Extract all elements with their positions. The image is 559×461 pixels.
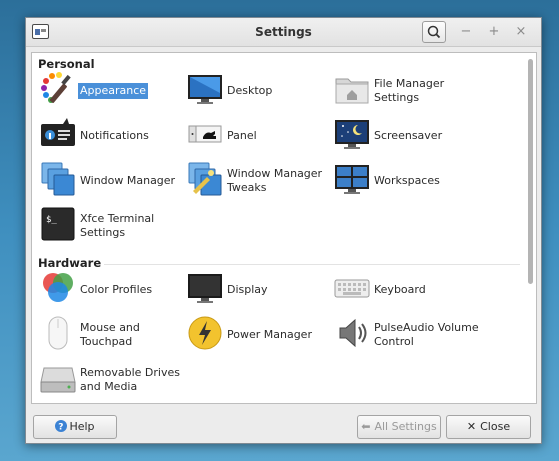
item-notifications[interactable]: Notifications [40, 116, 170, 156]
item-desktop[interactable]: Desktop [187, 71, 317, 111]
window-manager-icon [41, 162, 75, 196]
file-manager-icon [335, 78, 369, 104]
item-power-manager-label: Power Manager [227, 328, 312, 341]
screensaver-icon [335, 120, 369, 149]
item-window-manager[interactable]: Window Manager [40, 161, 180, 201]
vertical-scrollbar[interactable] [527, 55, 534, 401]
arrow-left-icon: ⬅ [361, 420, 371, 433]
item-appearance-label: Appearance [78, 83, 149, 99]
appearance-icon [41, 72, 71, 103]
item-window-manager-label: Window Manager [80, 174, 176, 187]
section-divider [104, 264, 520, 265]
item-removable-drives-and-media-label: Removable Drives and Media [80, 366, 180, 393]
settings-panel: Personal Appearance Desktop File Manager… [31, 52, 537, 404]
window-manager-tweaks-icon [188, 162, 222, 196]
item-keyboard-label: Keyboard [374, 283, 426, 296]
item-display-label: Display [227, 283, 268, 296]
section-title-personal: Personal [38, 57, 95, 71]
item-pulseaudio-volume-control-label: PulseAudio Volume Control [374, 321, 479, 348]
all-settings-button[interactable]: ⬅ All Settings [357, 415, 441, 439]
item-color-profiles[interactable]: Color Profiles [40, 270, 180, 310]
item-color-profiles-label: Color Profiles [80, 283, 153, 296]
search-button[interactable] [422, 21, 446, 43]
item-window-manager-tweaks[interactable]: Window Manager Tweaks [187, 161, 327, 201]
mouse-icon [48, 316, 68, 350]
item-notifications-label: Notifications [80, 129, 149, 142]
terminal-icon: $_ [41, 207, 75, 241]
item-desktop-label: Desktop [227, 84, 273, 97]
all-settings-button-label: All Settings [374, 420, 437, 433]
item-mouse-and-touchpad[interactable]: Mouse and Touchpad [40, 315, 180, 355]
help-button-label: Help [69, 420, 95, 433]
desktop-icon [188, 75, 222, 104]
pulseaudio-icon [339, 318, 367, 348]
close-window-button[interactable]: × [512, 23, 530, 41]
close-button-label: Close [480, 420, 511, 433]
item-xfce-terminal-settings[interactable]: $_ Xfce Terminal Settings [40, 206, 180, 246]
display-icon [188, 274, 222, 303]
item-window-manager-tweaks-label: Window Manager Tweaks [227, 167, 323, 194]
item-xfce-terminal-settings-label: Xfce Terminal Settings [80, 212, 155, 239]
search-icon [427, 25, 441, 39]
close-button[interactable]: ✕ Close [446, 415, 531, 439]
power-manager-icon [188, 316, 222, 350]
keyboard-icon [334, 279, 370, 298]
item-removable-drives-and-media[interactable]: Removable Drives and Media [40, 360, 190, 400]
minimize-button[interactable]: − [457, 23, 475, 41]
item-workspaces-label: Workspaces [374, 174, 440, 187]
svg-text:$_: $_ [46, 215, 57, 225]
item-panel[interactable]: Panel [187, 116, 317, 156]
panel-icon [188, 125, 222, 143]
section-title-hardware: Hardware [38, 256, 102, 270]
removable-drives-icon [40, 367, 76, 393]
item-keyboard[interactable]: Keyboard [334, 270, 484, 310]
maximize-button[interactable]: + [485, 23, 503, 41]
item-screensaver[interactable]: Screensaver [334, 116, 484, 156]
item-file-manager-settings[interactable]: File Manager Settings [334, 71, 484, 111]
workspaces-icon [335, 165, 369, 194]
help-button[interactable]: ? Help [33, 415, 117, 439]
settings-window: Settings − + × Personal Appearance Deskt… [25, 17, 542, 444]
item-appearance[interactable]: Appearance [40, 71, 170, 111]
item-mouse-and-touchpad-label: Mouse and Touchpad [80, 321, 140, 348]
item-panel-label: Panel [227, 129, 257, 142]
svg-text:?: ? [59, 423, 64, 433]
item-workspaces[interactable]: Workspaces [334, 161, 484, 201]
help-icon: ? [55, 420, 68, 433]
item-display[interactable]: Display [187, 270, 317, 310]
item-file-manager-settings-label: File Manager Settings [374, 77, 445, 104]
scrollbar-thumb[interactable] [528, 59, 533, 284]
item-power-manager[interactable]: Power Manager [187, 315, 327, 355]
color-profiles-icon [43, 273, 73, 302]
title-bar[interactable]: Settings − + × [26, 18, 541, 47]
item-screensaver-label: Screensaver [374, 129, 443, 142]
close-icon: ✕ [466, 420, 477, 433]
item-pulseaudio-volume-control[interactable]: PulseAudio Volume Control [334, 315, 494, 355]
notifications-icon [41, 118, 75, 146]
